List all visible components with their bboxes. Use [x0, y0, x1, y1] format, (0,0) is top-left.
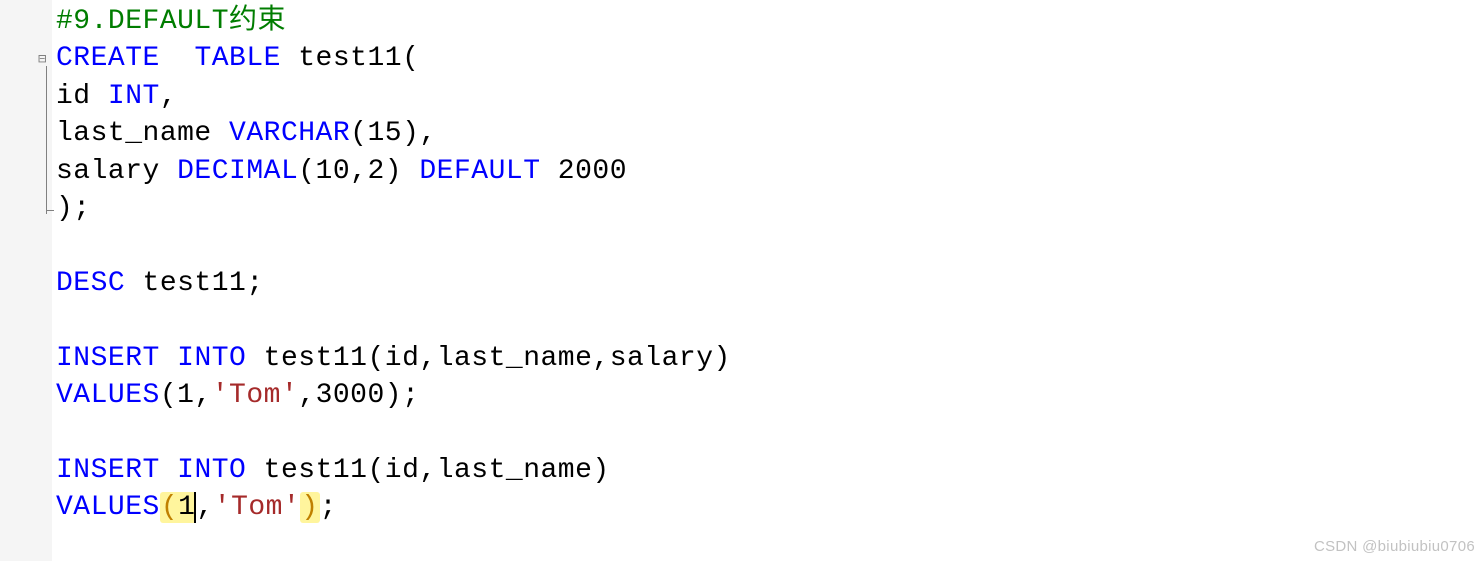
string-tom1: 'Tom' — [212, 380, 299, 411]
kw-values1: VALUES — [56, 380, 160, 411]
comment-line: #9.DEFAULT约束 — [56, 6, 286, 37]
kw-insert1: INSERT — [56, 343, 160, 374]
kw-create: CREATE — [56, 43, 160, 74]
col-lastname: last_name — [56, 118, 229, 149]
col-salary: salary — [56, 156, 177, 187]
watermark-text: CSDN @biubiubiu0706 — [1314, 538, 1475, 555]
type-varchar: VARCHAR — [229, 118, 350, 149]
paren-open-hi: ( — [161, 492, 178, 523]
kw-values2: VALUES — [56, 492, 160, 523]
string-tom2: 'Tom' — [214, 492, 301, 523]
kw-insert2: INSERT — [56, 455, 160, 486]
kw-into2: INTO — [177, 455, 246, 486]
fold-gutter: ⊟ — [0, 0, 52, 561]
close-create: ); — [56, 193, 91, 224]
kw-desc: DESC — [56, 268, 125, 299]
fold-guide-line — [46, 66, 47, 214]
fold-guide-end — [46, 210, 54, 211]
type-int: INT — [108, 81, 160, 112]
code-editor[interactable]: ⊟ #9.DEFAULT约束 CREATE TABLE test11( id I… — [0, 0, 1483, 561]
kw-table: TABLE — [194, 43, 281, 74]
kw-into1: INTO — [177, 343, 246, 374]
type-decimal: DECIMAL — [177, 156, 298, 187]
cursor-value: 1 — [178, 492, 195, 523]
paren-close-hi: ) — [300, 492, 319, 523]
fold-collapse-icon[interactable]: ⊟ — [38, 52, 46, 66]
kw-default: DEFAULT — [419, 156, 540, 187]
code-text[interactable]: #9.DEFAULT约束 CREATE TABLE test11( id INT… — [56, 3, 731, 527]
col-id: id — [56, 81, 108, 112]
